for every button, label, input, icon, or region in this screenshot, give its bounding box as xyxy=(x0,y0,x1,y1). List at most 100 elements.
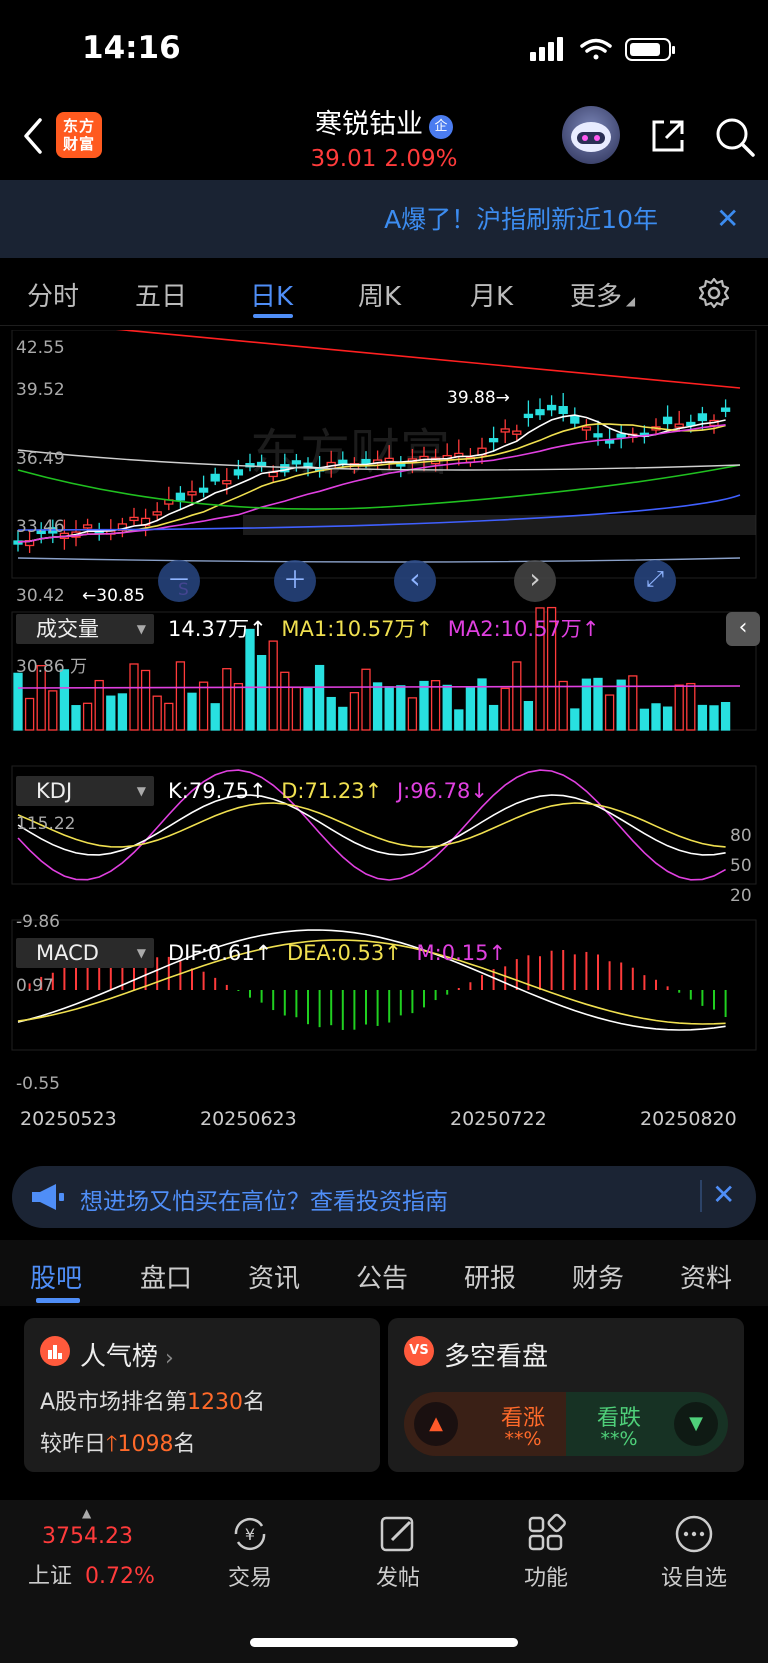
functions-icon[interactable] xyxy=(524,1512,568,1556)
stock-chart[interactable]: 东方财富 xyxy=(0,330,768,1150)
news-banner-text[interactable]: A爆了！沪指刷新近10年 xyxy=(384,200,658,236)
volume-bar xyxy=(256,654,267,731)
active-tab-indicator xyxy=(253,314,293,318)
candle-body xyxy=(198,487,209,493)
date-label: 20250523 xyxy=(20,1108,117,1130)
watchlist-icon[interactable] xyxy=(672,1512,716,1556)
kline-axis-label: 33.46 xyxy=(16,517,65,537)
volume-bar xyxy=(268,640,278,731)
candle-body xyxy=(175,492,186,501)
macd-values: DIF:0.61↑ DEA:0.53↑ M:0.15↑ xyxy=(168,941,507,965)
tab-pankou[interactable]: 盘口 xyxy=(140,1258,192,1295)
support-band xyxy=(243,515,756,535)
signal-icon xyxy=(530,37,563,61)
scroll-right-button[interactable]: › xyxy=(514,560,556,602)
nav-watchlist[interactable]: 设自选 xyxy=(634,1560,754,1592)
popularity-title[interactable]: 人气榜 › xyxy=(80,1336,174,1373)
volume-bar xyxy=(152,695,162,731)
volume-bar xyxy=(82,702,93,731)
search-icon[interactable] xyxy=(714,116,756,158)
trade-icon[interactable]: ¥ xyxy=(228,1512,272,1556)
scroll-left-button[interactable]: ‹ xyxy=(394,560,436,602)
megaphone-icon xyxy=(32,1184,64,1210)
robot-assistant-icon[interactable] xyxy=(562,106,620,164)
volume-bar xyxy=(71,705,81,731)
volume-bar xyxy=(430,680,441,731)
volume-bar xyxy=(442,684,452,731)
volume-bar xyxy=(314,664,325,731)
volume-bar xyxy=(570,708,580,731)
index-value[interactable]: 3754.23 xyxy=(42,1524,133,1549)
expand-icon[interactable]: ▲ xyxy=(82,1506,91,1520)
collapse-panel-button[interactable]: ‹ xyxy=(726,612,760,646)
volume-bar xyxy=(140,669,151,731)
tab-profile[interactable]: 资料 xyxy=(680,1258,732,1295)
macd-axis-bottom: -0.55 xyxy=(16,1074,60,1094)
candle-body xyxy=(720,407,731,412)
tab-news[interactable]: 资讯 xyxy=(248,1258,300,1295)
volume-bar xyxy=(604,694,615,731)
tab-more[interactable]: 更多 ◢ xyxy=(570,276,635,313)
volume-bar xyxy=(674,684,684,731)
volume-bar xyxy=(662,706,673,731)
watermark: 东方财富 xyxy=(250,424,450,482)
candle-body xyxy=(303,462,313,467)
nav-functions[interactable]: 功能 xyxy=(486,1560,606,1592)
status-time: 14:16 xyxy=(82,30,181,66)
candle-body xyxy=(558,406,568,415)
candle-body xyxy=(338,459,348,465)
market-rank: A股市场排名第1230名 xyxy=(40,1390,266,1415)
kdj-level-50: 50 xyxy=(730,856,752,876)
macd-selector[interactable]: MACD ▼ xyxy=(16,938,154,968)
index-name[interactable]: 上证 0.72% xyxy=(28,1558,155,1590)
tab-guba[interactable]: 股吧 xyxy=(30,1258,82,1295)
wifi-icon xyxy=(580,38,612,60)
up-arrow-icon: 🡑 xyxy=(106,1432,118,1457)
candle-body xyxy=(512,430,522,435)
volume-bar xyxy=(628,675,638,731)
gear-icon[interactable] xyxy=(697,276,731,310)
nav-trade[interactable]: 交易 xyxy=(190,1560,310,1592)
kdj-values: K:79.75↑ D:71.23↑ J:96.78↓ xyxy=(168,779,488,803)
volume-bar xyxy=(454,709,464,731)
tab-five-day[interactable]: 五日 xyxy=(135,276,187,313)
fullscreen-button[interactable]: ⤢ xyxy=(634,560,676,602)
candle-body xyxy=(291,460,302,465)
tab-weekly-k[interactable]: 周K xyxy=(358,276,401,313)
tab-finance[interactable]: 财务 xyxy=(572,1258,624,1295)
volume-selector[interactable]: 成交量 ▼ xyxy=(16,614,154,644)
share-icon[interactable] xyxy=(648,116,688,156)
volume-bar xyxy=(175,661,186,731)
tab-research[interactable]: 研报 xyxy=(464,1258,516,1295)
volume-bar xyxy=(361,668,371,731)
triangle-up-icon[interactable]: ▲ xyxy=(414,1402,458,1446)
volume-bar xyxy=(465,686,476,731)
nav-post[interactable]: 发帖 xyxy=(338,1560,458,1592)
zoom-out-button[interactable]: － xyxy=(158,560,200,602)
candle-body xyxy=(384,457,394,463)
volume-bar xyxy=(488,704,499,731)
active-content-tab-indicator xyxy=(36,1298,80,1303)
tab-intraday[interactable]: 分时 xyxy=(27,276,79,313)
volume-bar xyxy=(24,697,35,731)
triangle-down-icon[interactable]: ▼ xyxy=(674,1402,718,1446)
investment-guide-text[interactable]: 想进场又怕买在高位？查看投资指南 xyxy=(80,1182,448,1216)
bearish-percent: **% xyxy=(600,1428,638,1450)
tab-daily-k[interactable]: 日K xyxy=(250,276,293,313)
candle-body xyxy=(674,423,684,428)
close-guide-icon[interactable]: ✕ xyxy=(712,1178,735,1211)
tab-monthly-k[interactable]: 月K xyxy=(470,276,513,313)
volume-bar xyxy=(651,703,661,731)
candle-body xyxy=(616,433,626,438)
tab-announcements[interactable]: 公告 xyxy=(356,1258,408,1295)
kline-axis-label: 30.42 xyxy=(16,586,65,606)
kdj-selector[interactable]: KDJ ▼ xyxy=(16,776,154,806)
post-icon[interactable] xyxy=(376,1512,420,1556)
chevron-right-icon: › xyxy=(158,1346,174,1371)
volume-bar xyxy=(512,661,522,731)
zoom-in-button[interactable]: ＋ xyxy=(274,560,316,602)
kline-axis-label: 36.49 xyxy=(16,449,65,469)
status-icons xyxy=(530,37,675,61)
close-banner-icon[interactable]: ✕ xyxy=(716,202,739,235)
kdj-axis-bottom: -9.86 xyxy=(16,912,60,932)
